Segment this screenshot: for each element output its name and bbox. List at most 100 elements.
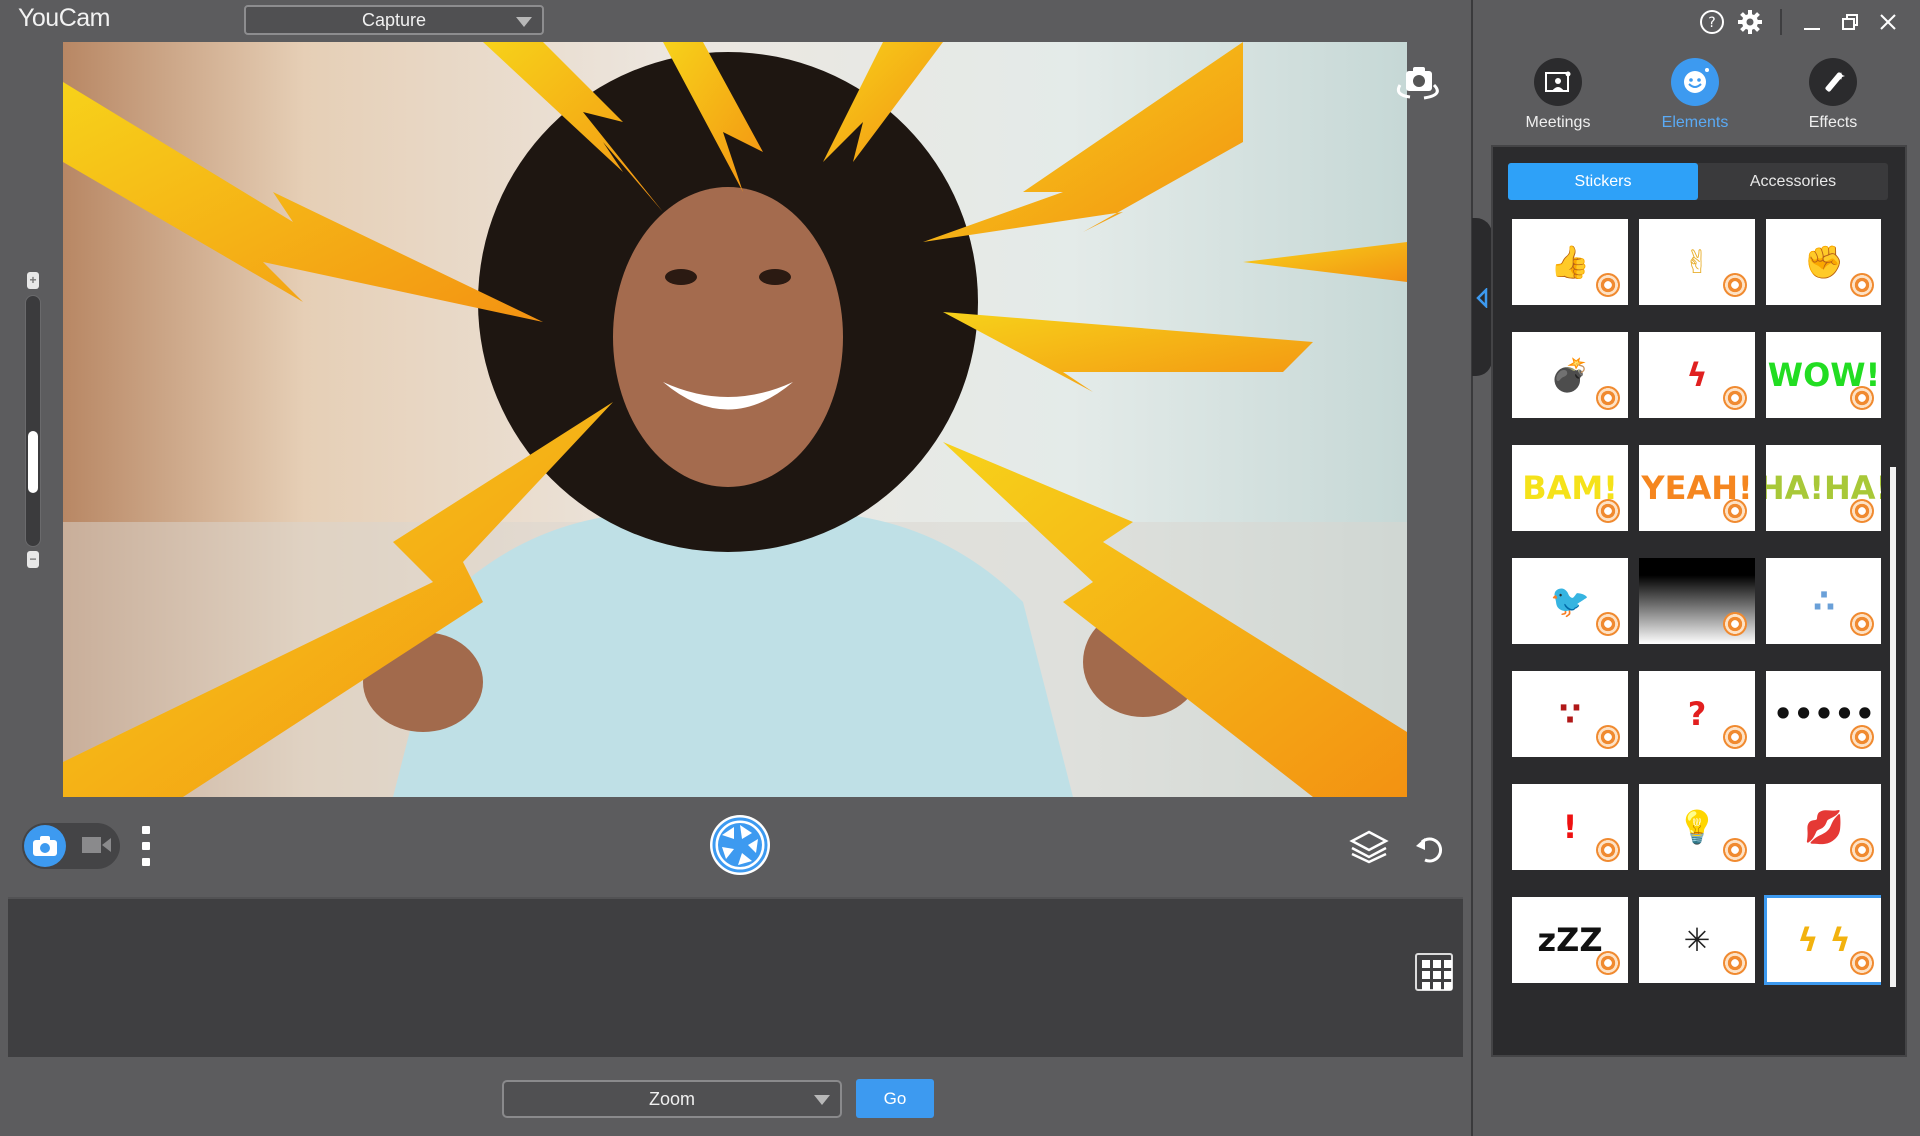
grid-view-icon <box>1422 960 1430 968</box>
smiley-icon <box>1671 58 1719 106</box>
sticker-light-bulb[interactable]: 💡 <box>1639 784 1755 870</box>
camera-feed-image <box>63 42 1407 797</box>
layers-button[interactable] <box>1349 830 1389 869</box>
camera-icon <box>33 836 57 856</box>
scrollbar-thumb[interactable] <box>1890 467 1896 987</box>
premium-badge-icon <box>1850 951 1874 975</box>
sticker-red-lips[interactable]: 💋 <box>1766 784 1881 870</box>
app-title: YouCam <box>18 4 110 32</box>
video-mode-button[interactable] <box>82 835 112 860</box>
premium-badge-icon <box>1723 838 1747 862</box>
sticker-red-zigzag[interactable]: ϟ <box>1639 332 1755 418</box>
sticker-yeah[interactable]: YEAH! <box>1639 445 1755 531</box>
sticker-scrollbar[interactable] <box>1889 217 1897 987</box>
sticker-speech-dots[interactable]: ••••• <box>1766 671 1881 757</box>
premium-badge-icon <box>1850 386 1874 410</box>
zoom-out-button[interactable]: − <box>27 551 39 568</box>
meeting-app-select-value: Zoom <box>648 1088 695 1109</box>
settings-button[interactable] <box>1736 8 1764 36</box>
camera-switch-button[interactable] <box>1390 65 1446 105</box>
premium-badge-icon <box>1596 612 1620 636</box>
go-button[interactable]: Go <box>856 1079 934 1118</box>
sticker-punch-burst[interactable]: ✊ <box>1766 219 1881 305</box>
shutter-icon <box>712 817 768 873</box>
layers-icon <box>1349 830 1389 864</box>
chevron-down-icon <box>516 17 532 27</box>
premium-badge-icon <box>1850 273 1874 297</box>
premium-badge-icon <box>1596 838 1620 862</box>
sticker-lightning-bolts[interactable]: ϟ ϟ <box>1764 895 1881 985</box>
meeting-app-select[interactable]: Zoom <box>502 1080 842 1118</box>
window-controls: ? <box>1698 8 1902 36</box>
sticker-black-bird[interactable]: 🐦 <box>1512 558 1628 644</box>
camera-preview <box>63 42 1407 797</box>
collapse-panel-button[interactable] <box>1472 218 1492 376</box>
captured-media-strip <box>8 897 1463 1057</box>
separator <box>1780 9 1782 35</box>
sticker-confetti-right[interactable]: ∴ <box>1766 558 1881 644</box>
sticker-dark-drips[interactable] <box>1639 558 1755 644</box>
more-options-button[interactable] <box>140 826 152 870</box>
sticker-party-poppers[interactable]: ∵ <box>1512 671 1628 757</box>
restore-icon <box>1842 14 1858 30</box>
premium-badge-icon <box>1723 612 1747 636</box>
sticker-wow[interactable]: WOW! <box>1766 332 1881 418</box>
sticker-sleeping-z[interactable]: zZZ <box>1512 897 1628 983</box>
premium-badge-icon <box>1596 273 1620 297</box>
premium-badge-icon <box>1596 725 1620 749</box>
zoom-slider-thumb[interactable] <box>28 431 38 494</box>
premium-badge-icon <box>1596 499 1620 523</box>
premium-badge-icon <box>1850 499 1874 523</box>
chevron-left-icon <box>1476 288 1488 308</box>
tab-meetings-label: Meetings <box>1525 114 1591 131</box>
premium-badge-icon <box>1723 725 1747 749</box>
tab-effects[interactable]: Effects <box>1778 58 1888 132</box>
zoom-in-button[interactable]: + <box>27 272 39 289</box>
restore-button[interactable] <box>1836 8 1864 36</box>
tab-stickers[interactable]: Stickers <box>1508 163 1698 200</box>
premium-badge-icon <box>1850 612 1874 636</box>
undo-button[interactable] <box>1413 832 1445 869</box>
sticker-peace-hand[interactable]: ✌ <box>1639 219 1755 305</box>
sticker-question-marks[interactable]: ? <box>1639 671 1755 757</box>
premium-badge-icon <box>1723 273 1747 297</box>
video-camera-icon <box>82 837 111 853</box>
premium-badge-icon <box>1850 838 1874 862</box>
sticker-bomb-burst[interactable]: 💣 <box>1512 332 1628 418</box>
premium-badge-icon <box>1723 951 1747 975</box>
tab-elements-label: Elements <box>1661 114 1729 131</box>
sticker-subtabs: Stickers Accessories <box>1508 163 1888 200</box>
sticker-haha[interactable]: HA!HA! <box>1766 445 1881 531</box>
youcam-window: YouCam Capture + − Zoom Go ? Meetings El… <box>0 0 1920 1136</box>
gear-icon <box>1738 10 1762 34</box>
help-icon: ? <box>1700 10 1724 34</box>
capture-button[interactable] <box>710 815 770 875</box>
tab-elements[interactable]: Elements <box>1640 58 1750 132</box>
premium-badge-icon <box>1596 386 1620 410</box>
photo-mode-button[interactable] <box>24 825 66 867</box>
photo-video-toggle[interactable] <box>22 823 120 869</box>
premium-badge-icon <box>1723 386 1747 410</box>
tab-accessories[interactable]: Accessories <box>1698 163 1888 200</box>
help-button[interactable]: ? <box>1698 8 1726 36</box>
zoom-slider[interactable] <box>25 295 41 547</box>
panel-divider <box>1471 0 1473 1136</box>
tab-meetings[interactable]: Meetings <box>1503 58 1613 132</box>
svg-text:?: ? <box>1708 15 1715 31</box>
minimize-icon <box>1804 28 1820 30</box>
grid-view-button[interactable] <box>1415 953 1453 991</box>
sticker-grid: 👍✌✊ 💣ϟWOW! BAM!YEAH!HA!HA! 🐦 ∴ ∵?•••••!💡💋 zZZ✳… <box>1509 217 1881 985</box>
close-icon <box>1880 14 1896 30</box>
premium-badge-icon <box>1850 725 1874 749</box>
close-button[interactable] <box>1874 8 1902 36</box>
premium-badge-icon <box>1723 499 1747 523</box>
premium-badge-icon <box>1596 951 1620 975</box>
sticker-bam[interactable]: BAM! <box>1512 445 1628 531</box>
sticker-exclamation-burst[interactable]: ! <box>1512 784 1628 870</box>
camera-switch-icon <box>1396 67 1439 100</box>
mode-select[interactable]: Capture <box>244 5 544 35</box>
minimize-button[interactable] <box>1798 8 1826 36</box>
undo-icon <box>1416 837 1443 863</box>
sticker-speed-lines[interactable]: ✳ <box>1639 897 1755 983</box>
sticker-thumbs-up[interactable]: 👍 <box>1512 219 1628 305</box>
